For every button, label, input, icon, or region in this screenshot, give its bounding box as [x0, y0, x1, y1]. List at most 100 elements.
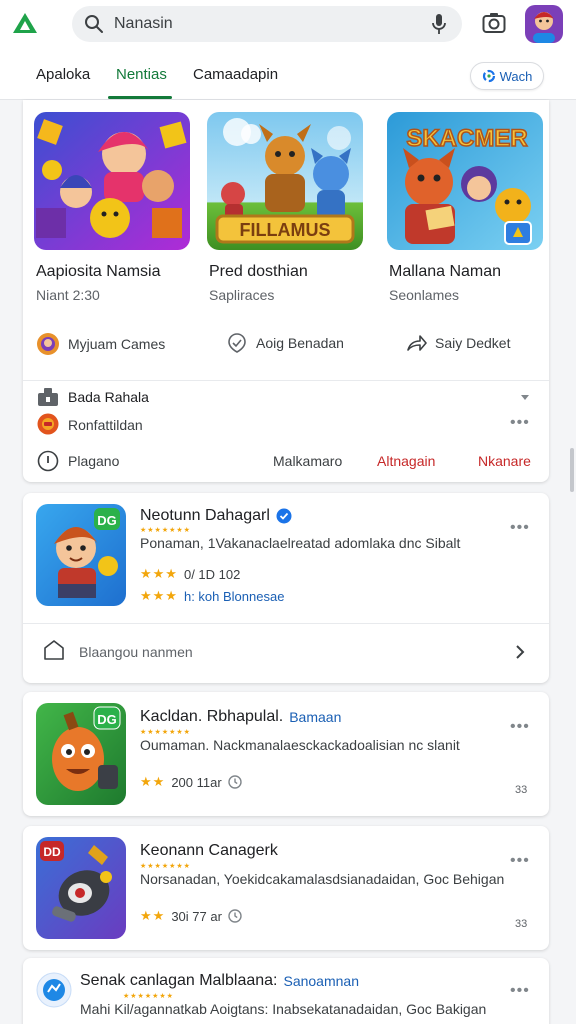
tab-nentias[interactable]: Nentias	[116, 66, 167, 83]
action-label: Myjuam Cames	[68, 336, 166, 352]
app-card[interactable]: DG Kacldan. Rbhapulal. Bamaan ★★★★★★★ Ou…	[23, 692, 549, 816]
app-icon[interactable]: DG	[36, 703, 126, 805]
search-input[interactable]: Nanasin	[114, 15, 430, 33]
app-link: h: koh Blonnesae	[183, 588, 285, 604]
app-title-link: Sanoamnan	[283, 973, 359, 989]
action-aoig-benadan[interactable]: Aoig Benadan	[226, 332, 344, 354]
app-round-icon[interactable]	[36, 972, 72, 1008]
location-pin-icon	[228, 333, 246, 353]
more-options-icon[interactable]: •••	[510, 519, 530, 537]
app-title-row[interactable]: Keonann Canagerk	[140, 842, 278, 860]
link-malkamaro[interactable]: Malkamaro	[273, 453, 342, 469]
svg-text:DG: DG	[97, 712, 117, 727]
app-title: Keonann Canagerk	[140, 842, 278, 859]
filter-pill-label: Wach	[499, 68, 533, 84]
app-card[interactable]: Senak canlagan Malblaana: Sanoamnan ★★★★…	[23, 958, 549, 1024]
clock-icon	[228, 909, 242, 923]
corner-count: 33	[515, 784, 528, 796]
chevron-right-icon[interactable]	[515, 644, 525, 660]
avatar[interactable]	[525, 5, 563, 43]
action-label: Aoig Benadan	[256, 335, 344, 351]
action-myjuam-cames[interactable]: Myjuam Cames	[36, 332, 165, 356]
small-rating-stars: ★★★★★★★	[123, 993, 174, 1000]
tab-camaadapin[interactable]: Camaadapin	[193, 66, 278, 83]
app-badge-icon	[37, 413, 59, 435]
divider	[23, 623, 549, 624]
featured-title-3[interactable]: Mallana Naman	[389, 263, 501, 281]
app-title: Kacldan. Rbhapulal.	[140, 708, 284, 725]
game-badge-icon	[37, 333, 59, 355]
more-options-icon[interactable]: •••	[510, 718, 530, 736]
small-rating-stars: ★★★★★★★	[140, 527, 191, 534]
app-description: Norsanadan, Yoekidcakamalasdsianadaidan,…	[140, 871, 505, 887]
verified-badge-icon	[276, 508, 292, 524]
app-icon[interactable]: DG	[36, 504, 126, 606]
clock-icon	[227, 775, 242, 789]
svg-text:DG: DG	[97, 513, 117, 528]
rating-text: 30i 77 ar	[171, 908, 222, 924]
app-description: Ponaman, 1Vakanaclaelreatad adomlaka dnc…	[140, 535, 461, 551]
store-section-icon	[38, 388, 58, 406]
star-rating-icon: ★★★	[140, 566, 178, 581]
featured-carousel-card: FILLAMUS SKACMER Aapiosita Namsia Niant …	[23, 100, 549, 482]
app-card[interactable]: DD Keonann Canagerk ★★★★★★★ Norsanadan, …	[23, 826, 549, 950]
featured-game-thumbnail-3[interactable]: SKACMER	[387, 112, 543, 250]
app-icon[interactable]: DD	[36, 837, 126, 939]
app-description: Mahi Kil/agannatkab Aoigtans: Inabsekata…	[80, 1001, 487, 1017]
thumbnail-2-title-art: FILLAMUS	[240, 220, 331, 240]
link-nkanare[interactable]: Nkanare	[478, 453, 531, 469]
app-title: Senak canlagan Malblaana:	[80, 972, 278, 989]
app-title: Neotunn Dahagarl	[140, 507, 270, 524]
active-tab-indicator	[108, 96, 172, 99]
corner-count: 33	[515, 918, 528, 930]
featured-subtitle-1: Niant 2:30	[36, 287, 100, 303]
featured-subtitle-2: Sapliraces	[209, 287, 275, 303]
app-title-link: Bamaan	[289, 709, 342, 725]
more-options-icon[interactable]: •••	[510, 852, 530, 870]
rating-text: 200 11ar	[171, 774, 222, 790]
featured-title-1[interactable]: Aapiosita Namsia	[36, 263, 161, 281]
search-bar[interactable]: Nanasin	[72, 6, 462, 42]
featured-subtitle-3: Seonlames	[389, 287, 460, 303]
action-saiy-dedket[interactable]: Saiy Dedket	[405, 332, 510, 354]
app-card[interactable]: DG Neotunn Dahagarl ★★★★★★★ Ponaman, 1Va…	[23, 493, 549, 683]
store-logo-icon[interactable]	[12, 12, 38, 34]
thumbnail-3-title-art: SKACMER	[406, 125, 527, 152]
star-rating-icon: ★★	[140, 774, 166, 789]
small-rating-stars: ★★★★★★★	[140, 729, 191, 736]
divider	[23, 380, 549, 381]
filter-pill-button[interactable]: Wach	[470, 62, 544, 90]
tab-apaloka[interactable]: Apaloka	[36, 66, 90, 83]
app-title-row[interactable]: Kacldan. Rbhapulal. Bamaan	[140, 708, 341, 726]
app-title-row[interactable]: Neotunn Dahagarl	[140, 507, 292, 525]
action-label: Saiy Dedket	[435, 335, 511, 351]
share-icon	[407, 335, 427, 351]
app-rating: ★★★ 0/ 1D 102	[140, 566, 240, 582]
tag-icon	[44, 640, 64, 660]
chevron-down-icon[interactable]	[519, 392, 531, 402]
app-rating: ★★ 30i 77 ar	[140, 908, 242, 924]
link-altnagain[interactable]: Altnagain	[377, 453, 435, 469]
refresh-icon	[482, 69, 495, 83]
star-rating-icon: ★★★	[140, 588, 178, 603]
app-title-row[interactable]: Senak canlagan Malblaana: Sanoamnan	[80, 972, 359, 990]
app-footer-label[interactable]: Blaangou nanmen	[79, 644, 193, 660]
tab-bar: Apaloka Nentias Camaadapin Wach	[0, 52, 576, 100]
section-title: Bada Rahala	[68, 389, 149, 405]
featured-game-thumbnail-2[interactable]: FILLAMUS	[207, 112, 363, 250]
featured-game-thumbnail-1[interactable]	[34, 112, 190, 250]
svg-text:DD: DD	[43, 845, 61, 859]
star-rating-icon: ★★	[140, 908, 166, 923]
rating-text: 0/ 1D 102	[183, 566, 241, 582]
small-rating-stars: ★★★★★★★	[140, 863, 191, 870]
more-options-icon[interactable]: •••	[510, 414, 530, 432]
row-label[interactable]: Ronfattildan	[68, 417, 143, 433]
more-options-icon[interactable]: •••	[510, 982, 530, 1000]
camera-icon[interactable]	[482, 12, 506, 34]
search-icon	[85, 15, 103, 33]
scrollbar-thumb[interactable]	[570, 448, 574, 492]
featured-title-2[interactable]: Pred dosthian	[209, 263, 308, 281]
info-icon	[37, 450, 59, 472]
app-link-row[interactable]: ★★★ h: koh Blonnesae	[140, 588, 284, 604]
microphone-icon[interactable]	[430, 13, 448, 35]
